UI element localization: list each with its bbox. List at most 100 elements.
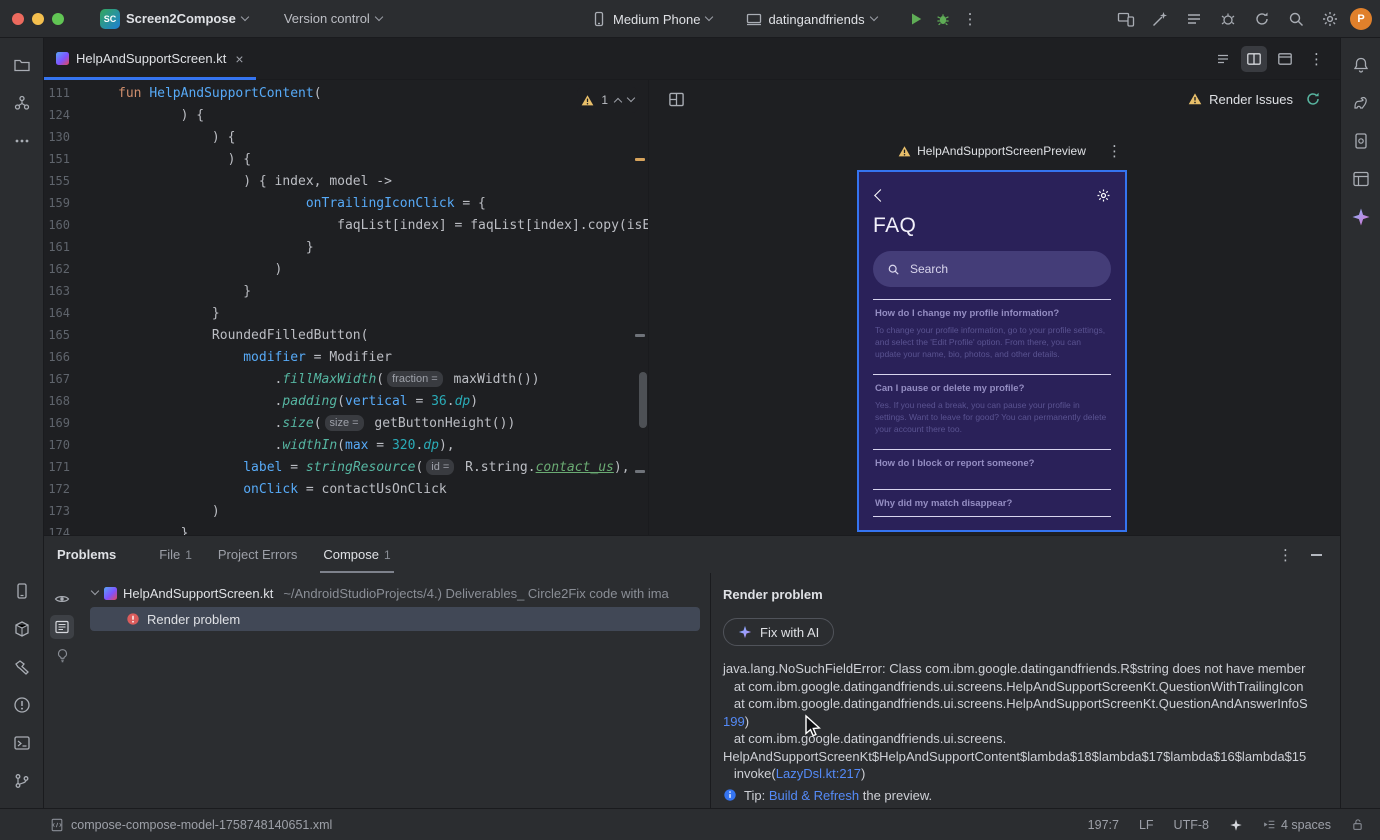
line-separator-widget[interactable]: LF	[1139, 818, 1154, 832]
code-editor[interactable]: 111 fun HelpAndSupportContent(124 ) {130 …	[44, 80, 648, 535]
code-line-164[interactable]: 164 }	[44, 302, 648, 324]
settings-button[interactable]	[1316, 6, 1343, 33]
sidebar-item-terminal[interactable]	[6, 727, 38, 759]
line-number[interactable]: 111	[44, 82, 70, 104]
problems-file-row[interactable]: HelpAndSupportScreen.kt ~/AndroidStudioP…	[80, 581, 710, 605]
code-line-160[interactable]: 160 faqList[index] = faqList[index].copy…	[44, 214, 648, 236]
preview-frame[interactable]: FAQ Search How do I change my profile in…	[857, 170, 1127, 532]
code-line-174[interactable]: 174 }	[44, 522, 648, 535]
code-line-159[interactable]: 159 onTrailingIconClick = {	[44, 192, 648, 214]
previous-problem-icon[interactable]	[613, 97, 623, 107]
line-number[interactable]: 155	[44, 170, 70, 192]
line-number[interactable]: 161	[44, 236, 70, 258]
device-mirroring-button[interactable]	[1112, 6, 1139, 33]
next-problem-icon[interactable]	[626, 93, 636, 103]
sync-button[interactable]	[1248, 6, 1275, 33]
run-config-selector[interactable]: datingandfriends	[738, 7, 884, 31]
line-number[interactable]: 163	[44, 280, 70, 302]
stripe-mark[interactable]	[635, 470, 645, 473]
tab-compose[interactable]: Compose 1	[310, 536, 403, 573]
editor-scrollbar[interactable]	[639, 372, 647, 428]
line-number[interactable]: 173	[44, 500, 70, 522]
sidebar-item-layout-inspector[interactable]	[1345, 163, 1377, 195]
code-line-111[interactable]: 111 fun HelpAndSupportContent(	[44, 82, 648, 104]
editor-options-button[interactable]: ⋮	[1303, 45, 1330, 72]
code-line-166[interactable]: 166 modifier = Modifier	[44, 346, 648, 368]
build-refresh-link[interactable]: Build & Refresh	[769, 788, 859, 803]
stack-link[interactable]: LazyDsl.kt:217	[776, 766, 861, 781]
code-line-163[interactable]: 163 }	[44, 280, 648, 302]
line-number[interactable]: 160	[44, 214, 70, 236]
line-number[interactable]: 151	[44, 148, 70, 170]
sidebar-item-build[interactable]	[6, 651, 38, 683]
sidebar-item-problems[interactable]	[6, 689, 38, 721]
line-number[interactable]: 171	[44, 456, 70, 478]
ai-assistant-button[interactable]	[1146, 6, 1173, 33]
design-view-button[interactable]	[1272, 46, 1298, 72]
sidebar-item-notifications[interactable]	[1345, 49, 1377, 81]
render-problem-row[interactable]: Render problem	[90, 607, 700, 631]
encoding-widget[interactable]: UTF-8	[1174, 818, 1209, 832]
line-number[interactable]: 130	[44, 126, 70, 148]
indent-widget[interactable]: 4 spaces	[1263, 818, 1331, 832]
user-avatar[interactable]: P	[1350, 8, 1372, 30]
code-line-169[interactable]: 169 .size(size = getButtonHeight())	[44, 412, 648, 434]
search-everywhere-button[interactable]	[1282, 6, 1309, 33]
line-number[interactable]: 174	[44, 522, 70, 535]
fix-with-ai-button[interactable]: Fix with AI	[723, 618, 835, 646]
code-line-162[interactable]: 162 )	[44, 258, 648, 280]
split-view-button[interactable]	[1241, 45, 1267, 72]
line-number[interactable]: 166	[44, 346, 70, 368]
caret-position-widget[interactable]: 197:7	[1088, 818, 1119, 832]
sidebar-item-gemini[interactable]	[1345, 201, 1377, 233]
stack-link[interactable]: 199	[723, 714, 745, 729]
line-number[interactable]: 172	[44, 478, 70, 500]
preview-card-menu-icon[interactable]: ⋮	[1107, 142, 1122, 160]
line-number[interactable]: 169	[44, 412, 70, 434]
line-number[interactable]: 164	[44, 302, 70, 324]
line-number[interactable]: 167	[44, 368, 70, 390]
preview-problem-button[interactable]	[50, 587, 74, 611]
hide-panel-icon[interactable]	[1311, 553, 1322, 556]
preview-layout-button[interactable]	[663, 86, 690, 113]
panel-options-icon[interactable]: ⋮	[1278, 546, 1293, 564]
minimize-window-button[interactable]	[32, 12, 44, 25]
line-number[interactable]: 165	[44, 324, 70, 346]
sidebar-item-version-control[interactable]	[6, 765, 38, 797]
code-line-124[interactable]: 124 ) {	[44, 104, 648, 126]
tab-project-errors[interactable]: Project Errors	[205, 536, 310, 573]
tab-file[interactable]: File 1	[146, 536, 205, 573]
todo-list-button[interactable]	[1180, 6, 1207, 33]
refresh-preview-button[interactable]	[1299, 86, 1326, 113]
sidebar-item-more-tools[interactable]	[6, 125, 38, 157]
readonly-toggle[interactable]	[1351, 818, 1364, 831]
more-actions-button[interactable]: ⋮	[957, 6, 984, 33]
line-number[interactable]: 159	[44, 192, 70, 214]
device-selector[interactable]: Medium Phone	[583, 7, 720, 31]
sidebar-item-structure[interactable]	[6, 87, 38, 119]
debug-button[interactable]	[930, 6, 957, 33]
code-line-155[interactable]: 155 ) { index, model ->	[44, 170, 648, 192]
run-button[interactable]	[903, 6, 930, 33]
quick-fix-button[interactable]	[50, 643, 74, 667]
code-line-151[interactable]: 151 ) {	[44, 148, 648, 170]
stripe-mark[interactable]	[635, 334, 645, 337]
code-line-168[interactable]: 168 .padding(vertical = 36.dp)	[44, 390, 648, 412]
code-line-171[interactable]: 171 label = stringResource(id = R.string…	[44, 456, 648, 478]
close-tab-icon[interactable]: ×	[235, 51, 243, 67]
code-line-172[interactable]: 172 onClick = contactUsOnClick	[44, 478, 648, 500]
line-number[interactable]: 170	[44, 434, 70, 456]
line-number[interactable]: 162	[44, 258, 70, 280]
sidebar-item-device-manager[interactable]	[1345, 125, 1377, 157]
code-view-button[interactable]	[1210, 46, 1236, 72]
code-line-165[interactable]: 165 RoundedFilledButton(	[44, 324, 648, 346]
project-selector[interactable]: SC Screen2Compose	[92, 5, 256, 33]
render-issues-widget[interactable]: Render Issues	[1188, 92, 1293, 107]
ai-status-widget[interactable]	[1229, 818, 1243, 832]
profiler-button[interactable]	[1214, 6, 1241, 33]
close-window-button[interactable]	[12, 12, 24, 25]
sidebar-item-project[interactable]	[6, 49, 38, 81]
line-number[interactable]: 124	[44, 104, 70, 126]
code-line-161[interactable]: 161 }	[44, 236, 648, 258]
vcs-widget[interactable]: Version control	[276, 7, 390, 30]
